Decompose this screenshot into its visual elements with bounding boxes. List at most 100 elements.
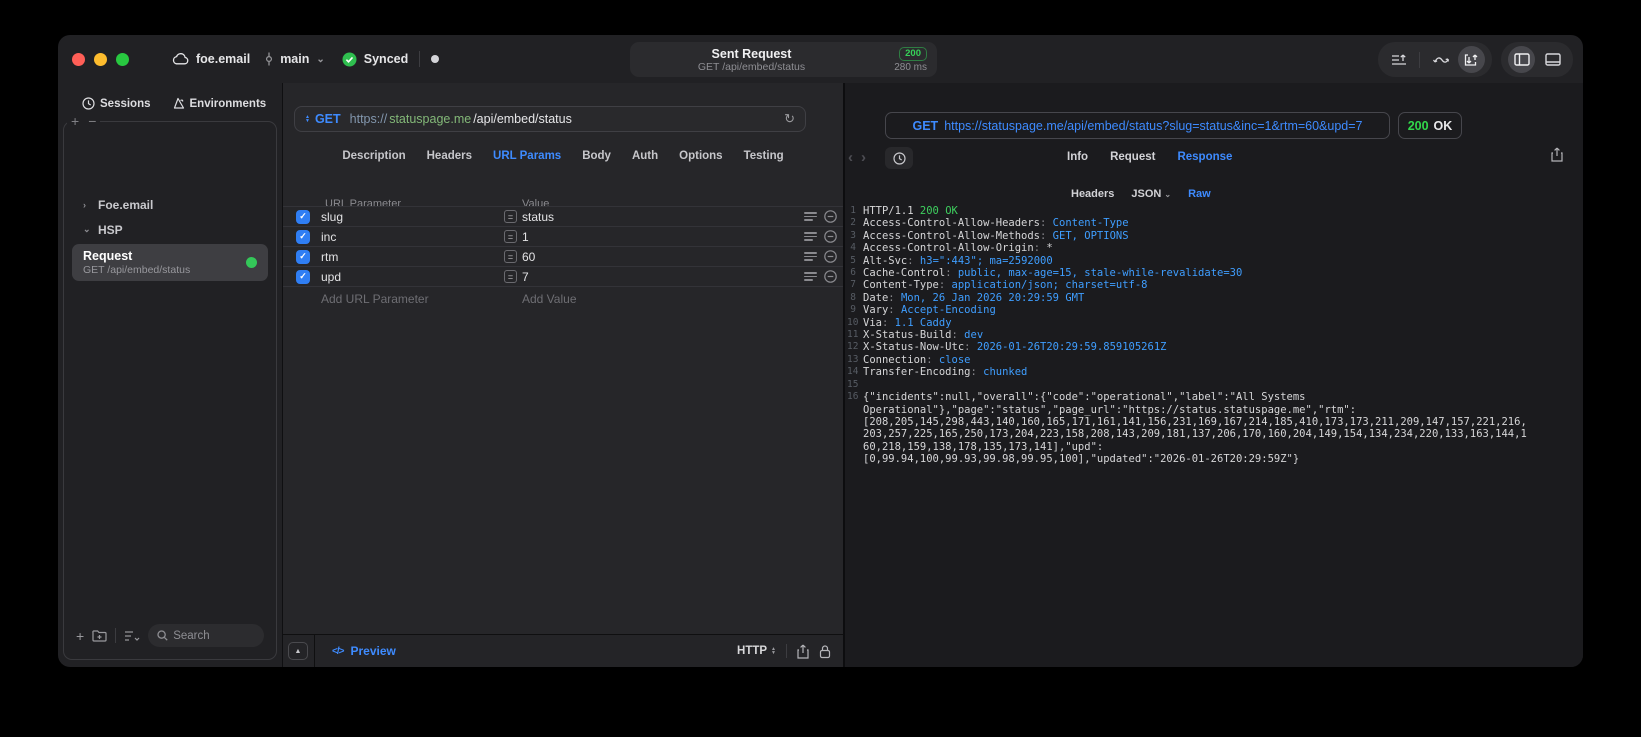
line-number: 2 — [850, 217, 856, 229]
method-label[interactable]: GET — [315, 112, 341, 126]
request-status-pill[interactable]: Sent Request GET /api/embed/status 200 2… — [630, 42, 937, 77]
code-line: 203,257,225,165,250,173,204,223,158,208,… — [847, 428, 1559, 440]
tab-testing[interactable]: Testing — [744, 150, 784, 162]
param-value-input[interactable]: 7 — [522, 270, 529, 284]
remove-param-icon[interactable] — [824, 270, 837, 283]
param-name-input[interactable]: inc — [321, 230, 336, 244]
preview-button[interactable]: </> Preview — [332, 644, 396, 658]
export-response-icon[interactable] — [1551, 147, 1563, 162]
history-forward-button[interactable]: › — [861, 149, 866, 167]
code-line: 8 Date: Mon, 26 Jan 2026 20:29:59 GMT — [847, 292, 1559, 304]
sidebar-tabs: Sessions Environments — [82, 97, 266, 110]
remove-param-icon[interactable] — [824, 210, 837, 223]
param-checkbox[interactable]: ✓ — [296, 209, 310, 224]
param-value-input[interactable]: 60 — [522, 250, 535, 264]
toggle-bottom-panel-icon[interactable] — [1539, 46, 1566, 73]
export-lines-icon[interactable] — [1385, 46, 1412, 73]
zoom-window-button[interactable] — [116, 53, 129, 66]
drag-handle-icon[interactable] — [804, 252, 817, 261]
history-clock-button[interactable] — [885, 147, 913, 169]
sidebar-add-remove: + − — [67, 114, 101, 128]
tab-info[interactable]: Info — [1067, 151, 1088, 163]
drag-handle-icon[interactable] — [804, 212, 817, 221]
sort-list-icon[interactable] — [124, 630, 140, 642]
add-item-button[interactable]: + — [71, 114, 79, 128]
tab-description[interactable]: Description — [342, 150, 405, 162]
url-scheme[interactable]: https:// — [350, 112, 388, 126]
tab-environments-label: Environments — [189, 97, 267, 110]
request-editor: ▲ ▼ GET https://statuspage.me/api/embed/s… — [282, 83, 845, 667]
code-text: Date: Mon, 26 Jan 2026 20:29:59 GMT — [863, 291, 1085, 304]
search-input[interactable]: Search — [148, 624, 264, 647]
param-name-input[interactable]: upd — [321, 270, 341, 284]
code-text: Transfer-Encoding: chunked — [863, 366, 1028, 379]
response-body[interactable]: 1 HTTP/1.1 200 OK 2 Access-Control-Allow-He… — [847, 205, 1559, 466]
new-folder-icon[interactable] — [92, 629, 107, 642]
view-tab-json[interactable]: JSON ⌄ — [1131, 188, 1171, 200]
param-checkbox[interactable]: ✓ — [296, 229, 310, 244]
new-request-button[interactable]: + — [76, 628, 84, 644]
minimize-window-button[interactable] — [94, 53, 107, 66]
drag-handle-icon[interactable] — [804, 232, 817, 241]
tree-group-foe-email[interactable]: › Foe.email — [72, 192, 268, 217]
tab-auth[interactable]: Auth — [632, 150, 658, 162]
import-box-icon[interactable] — [1458, 46, 1485, 73]
code-line: 13 Connection: close — [847, 354, 1559, 366]
response-url: https://statuspage.me/api/embed/status?s… — [944, 118, 1363, 133]
add-url-parameter-field[interactable]: Add URL Parameter — [321, 292, 429, 306]
code-text: Content-Type: application/json; charset=… — [863, 279, 1148, 292]
request-url-bar[interactable]: ▲ ▼ GET https://statuspage.me/api/embed/s… — [294, 106, 806, 132]
response-request-line[interactable]: GET https://statuspage.me/api/embed/stat… — [885, 112, 1390, 139]
line-number — [847, 441, 863, 453]
line-number: 11 — [847, 329, 859, 341]
request-list-item-selected[interactable]: Request GET /api/embed/status — [72, 244, 268, 281]
share-icon[interactable] — [797, 644, 809, 659]
protocol-select[interactable]: HTTP ▲ ▼ — [737, 645, 776, 657]
history-back-button[interactable]: ‹ — [848, 149, 853, 167]
remove-param-icon[interactable] — [824, 250, 837, 263]
drag-handle-icon[interactable] — [804, 272, 817, 281]
collapse-panel-button[interactable]: ▲ — [288, 642, 308, 660]
add-value-field[interactable]: Add Value — [522, 292, 577, 306]
remove-item-button[interactable]: − — [88, 114, 96, 128]
tab-body[interactable]: Body — [582, 150, 611, 162]
param-value-input[interactable]: 1 — [522, 230, 529, 244]
tab-environments[interactable]: Environments — [171, 97, 267, 110]
sync-branches-icon[interactable] — [1427, 46, 1454, 73]
tab-headers[interactable]: Headers — [427, 150, 472, 162]
tab-options[interactable]: Options — [679, 150, 722, 162]
code-text: Access-Control-Allow-Origin: * — [863, 242, 1053, 255]
tab-request[interactable]: Request — [1110, 151, 1155, 163]
param-name-input[interactable]: slug — [321, 210, 343, 224]
tab-sessions[interactable]: Sessions — [82, 97, 151, 110]
add-param-row: Add URL Parameter Add Value — [283, 286, 843, 306]
branch-name[interactable]: main — [280, 52, 309, 66]
param-name-input[interactable]: rtm — [321, 250, 338, 264]
response-status-code: 200 — [1407, 118, 1429, 133]
branch-chevron-down-icon[interactable]: ⌄ — [316, 54, 324, 65]
close-window-button[interactable] — [72, 53, 85, 66]
resend-icon[interactable]: ↻ — [784, 111, 795, 127]
app-window: foe.email main ⌄ Synced Sent Request GET… — [58, 35, 1583, 667]
tree-group-hsp[interactable]: ⌄ HSP — [72, 217, 268, 242]
remove-param-icon[interactable] — [824, 230, 837, 243]
param-value-input[interactable]: status — [522, 210, 554, 224]
toggle-sidebar-icon[interactable] — [1508, 46, 1535, 73]
url-path[interactable]: /api/embed/status — [473, 112, 572, 126]
url-host[interactable]: statuspage.me — [389, 112, 471, 126]
lock-icon[interactable] — [819, 644, 831, 659]
chevron-down-icon[interactable]: ⌄ — [83, 224, 91, 235]
equals-icon: = — [504, 210, 517, 223]
method-stepper-icon[interactable]: ▲ ▼ — [305, 114, 310, 124]
chevron-right-icon[interactable]: › — [83, 200, 91, 210]
param-checkbox[interactable]: ✓ — [296, 269, 310, 284]
view-tab-headers[interactable]: Headers — [1071, 188, 1114, 200]
tab-url-params[interactable]: URL Params — [493, 150, 561, 162]
param-checkbox[interactable]: ✓ — [296, 249, 310, 264]
tab-response[interactable]: Response — [1177, 151, 1232, 163]
code-text: Operational"},"page":"status","page_url"… — [863, 403, 1357, 416]
request-editor-tabs: Description Headers URL Params Body Auth… — [283, 150, 843, 162]
response-status-box: 200 OK — [1398, 112, 1462, 139]
view-tab-raw[interactable]: Raw — [1188, 188, 1211, 200]
project-name[interactable]: foe.email — [196, 52, 250, 66]
